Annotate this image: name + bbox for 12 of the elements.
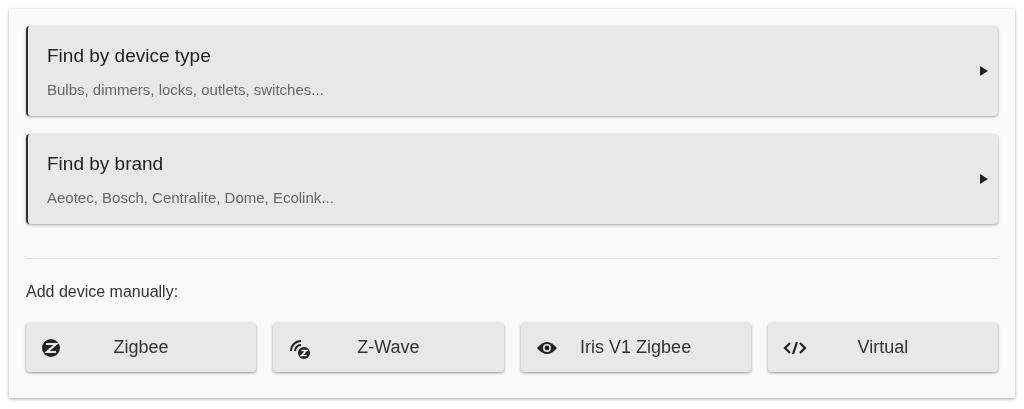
add-device-button[interactable]: Virtual <box>767 323 998 372</box>
zigbee-icon <box>41 337 61 358</box>
add-device-button[interactable]: Zigbee <box>26 323 257 372</box>
caret-icon <box>980 174 988 184</box>
add-device-button[interactable]: Iris V1 Zigbee <box>520 323 751 372</box>
caret-icon <box>980 66 988 76</box>
code-icon <box>782 340 807 355</box>
eye-icon <box>535 340 558 355</box>
section-label: Add device manually: <box>26 283 180 301</box>
finder-item[interactable]: Find by brand Aeotec, Bosch, Centralite, Dome, Ecolink... <box>26 134 998 224</box>
finder-item[interactable]: Find by device type Bulbs, dimmers, locks, outlets, switches... <box>26 26 998 116</box>
add-device-button[interactable]: Z-Wave <box>273 323 504 372</box>
